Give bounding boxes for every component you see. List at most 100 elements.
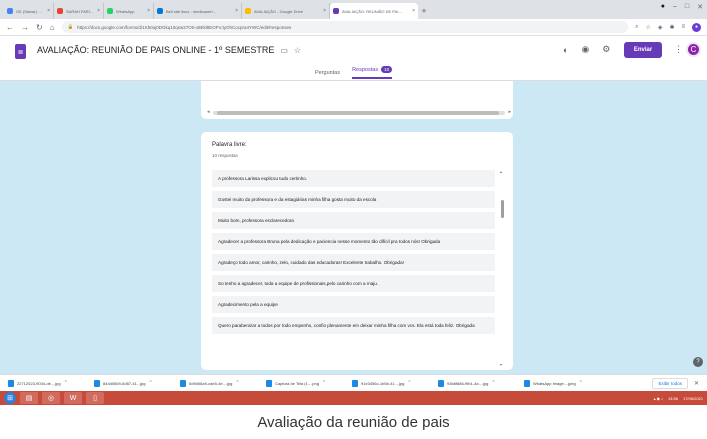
form-tabs: Perguntas Respostas 10	[315, 66, 393, 79]
tab-responses[interactable]: Respostas 10	[352, 66, 393, 79]
show-all-downloads-button[interactable]: Exibir todos	[652, 377, 688, 389]
download-menu-icon[interactable]: ⌃	[235, 380, 239, 386]
response-item: Gostei muito da professora e da estagiár…	[212, 191, 495, 208]
profile-icon[interactable]: ●	[692, 22, 701, 32]
response-item: So tenho a agradecer, toda a equipe de p…	[212, 275, 495, 292]
puzzle-icon[interactable]: ✱	[669, 24, 674, 31]
maximize-icon[interactable]: □	[685, 3, 689, 11]
tab-close-icon[interactable]: ×	[147, 8, 150, 14]
form-title[interactable]: AVALIAÇÃO: REUNIÃO DE PAIS ONLINE - 1º S…	[37, 45, 274, 55]
download-menu-icon[interactable]: ⌃	[148, 380, 152, 386]
star-outline-icon[interactable]: ☆	[294, 46, 301, 55]
browser-tab[interactable]: Bell site linux - medicaoerl... ×	[154, 3, 242, 19]
extensions-area: ⌕ ☆ ◈ ✱ ≡ ●	[635, 22, 701, 32]
send-button[interactable]: Enviar	[624, 42, 662, 58]
response-item: A professora Larissa explicou tudo certi…	[212, 170, 495, 187]
clock-time[interactable]: 13:56	[668, 396, 678, 401]
pie-chart: 80%	[274, 81, 334, 99]
download-menu-icon[interactable]: ⌃	[64, 380, 68, 386]
media-icon[interactable]: ≡	[681, 24, 685, 30]
download-item[interactable]: 5d9d06a9-cde5-4e....jpg ⌃	[180, 379, 260, 387]
image-file-icon	[352, 379, 358, 387]
tray-icons[interactable]: ▴ ◆ ♪	[654, 396, 663, 401]
pie-chart-card: 80% ◂ ▸	[201, 81, 513, 119]
preview-eye-icon[interactable]: ◉	[581, 44, 589, 55]
clock-date[interactable]: 17/06/2021	[683, 396, 703, 401]
browser-tab[interactable]: AVALIAÇÃO: REUNIÃO DE PAI... ×	[330, 3, 418, 19]
tab-favicon-icon	[245, 8, 251, 14]
settings-gear-icon[interactable]: ⚙	[602, 44, 610, 55]
scroll-up-icon[interactable]: ▴	[500, 169, 502, 174]
tab-label: GE (Salvar) Professor da Go...	[16, 8, 45, 14]
image-file-icon	[524, 379, 530, 387]
word-icon[interactable]: W	[64, 392, 82, 404]
avatar[interactable]: C	[686, 42, 701, 57]
lock-icon: 🔒	[67, 24, 74, 29]
tab-close-icon[interactable]: ×	[412, 8, 415, 14]
download-menu-icon[interactable]: ⌃	[491, 380, 495, 386]
download-item[interactable]: 844d0669-6d57-41...jpg ⌃	[94, 379, 174, 387]
downloads-list: 22712023-9034-de....jpg ⌃ 844d0669-6d57-41…	[8, 379, 604, 387]
new-tab-button[interactable]: +	[418, 3, 430, 19]
scroll-down-icon[interactable]: ▾	[500, 362, 502, 367]
close-downloads-icon[interactable]: ✕	[694, 380, 699, 387]
tab-close-icon[interactable]: ×	[235, 8, 238, 14]
download-item[interactable]: 93b8f886-f9b1-4a....jpg ⌃	[438, 379, 518, 387]
scroll-right-icon[interactable]: ▸	[508, 109, 511, 115]
browser-tab-strip: GE (Salvar) Professor da Go...×SARAH FAR…	[0, 0, 707, 19]
download-item[interactable]: 22712023-9034-de....jpg ⌃	[8, 379, 88, 387]
download-menu-icon[interactable]: ⌃	[322, 380, 326, 386]
browser-tab[interactable]: GE (Salvar) Professor da Go...×	[4, 3, 54, 19]
search-icon[interactable]: ⌕	[635, 24, 638, 31]
download-menu-icon[interactable]: ⌃	[579, 380, 583, 386]
forward-icon[interactable]: →	[21, 23, 29, 32]
document-icon[interactable]: ▯	[86, 392, 104, 404]
vertical-scrollbar[interactable]: ▴ ▾	[500, 169, 505, 367]
record-icon[interactable]: ●	[661, 3, 665, 11]
image-file-icon	[180, 379, 186, 387]
tab-favicon-icon	[57, 8, 63, 14]
folder-icon[interactable]: ▭	[280, 46, 288, 55]
scroll-left-icon[interactable]: ◂	[207, 109, 210, 115]
url-field[interactable]: 🔒 https://docs.google.com/forms/d/1Kb0uj…	[61, 21, 629, 33]
start-icon[interactable]: ⊞	[4, 392, 16, 404]
download-item[interactable]: Captura de Tela (1....png ⌃	[266, 379, 346, 387]
download-filename: 93b8f886-f9b1-4a....jpg	[447, 380, 489, 386]
tab-close-icon[interactable]: ×	[323, 8, 326, 14]
tab-questions[interactable]: Perguntas	[315, 70, 340, 76]
response-item: Muito bom, professora esclarecedora	[212, 212, 495, 229]
tab-favicon-icon	[7, 8, 13, 14]
home-icon[interactable]: ⌂	[50, 23, 55, 32]
reload-icon[interactable]: ↻	[36, 23, 43, 32]
extension-icon[interactable]: ◈	[658, 24, 663, 31]
forms-logo-icon[interactable]: ≣	[15, 44, 26, 59]
image-caption: Avaliação da reunião de pais	[0, 405, 707, 439]
download-item[interactable]: WhatsApp Image....jpeg ⌃	[524, 379, 604, 387]
horizontal-scroll-thumb[interactable]	[217, 111, 499, 115]
browser-tab[interactable]: WhatsApp ×	[104, 3, 154, 19]
tab-favicon-icon	[333, 8, 339, 14]
vertical-scroll-thumb[interactable]	[501, 200, 504, 218]
tab-close-icon[interactable]: ×	[47, 8, 50, 14]
more-options-icon[interactable]: ⋮	[674, 44, 683, 55]
chrome-icon[interactable]: ◎	[42, 392, 60, 404]
horizontal-scrollbar[interactable]: ◂ ▸	[207, 109, 511, 115]
browser-tab[interactable]: AVALIAÇÃO - Google Drive ×	[242, 3, 330, 19]
responses-list[interactable]: A professora Larissa explicou tudo certi…	[212, 170, 502, 365]
minimize-icon[interactable]: –	[673, 3, 677, 11]
star-icon[interactable]: ☆	[645, 24, 650, 31]
browser-tab[interactable]: SARAH FARIAS Rosa a Do... ×	[54, 3, 104, 19]
back-icon[interactable]: ←	[6, 23, 14, 32]
palette-icon[interactable]: ◐	[563, 45, 568, 55]
download-menu-icon[interactable]: ⌃	[407, 380, 411, 386]
tab-close-icon[interactable]: ×	[97, 8, 100, 14]
close-window-icon[interactable]: ✕	[697, 3, 703, 11]
download-item[interactable]: 91e3456c-1b5b-41....jpg ⌃	[352, 379, 432, 387]
responses-count-badge: 10	[381, 66, 393, 73]
download-filename: 5d9d06a9-cde5-4e....jpg	[189, 380, 233, 386]
tabs-container: GE (Salvar) Professor da Go...×SARAH FAR…	[4, 3, 418, 19]
windows-taskbar: ⊞ ▤ ◎ W ▯ ▴ ◆ ♪ 13:56 17/06/2021	[0, 391, 707, 405]
explorer-icon[interactable]: ▤	[20, 392, 38, 404]
tab-label: Bell site linux - medicaoerl...	[166, 8, 216, 14]
help-icon[interactable]: ?	[693, 357, 703, 367]
